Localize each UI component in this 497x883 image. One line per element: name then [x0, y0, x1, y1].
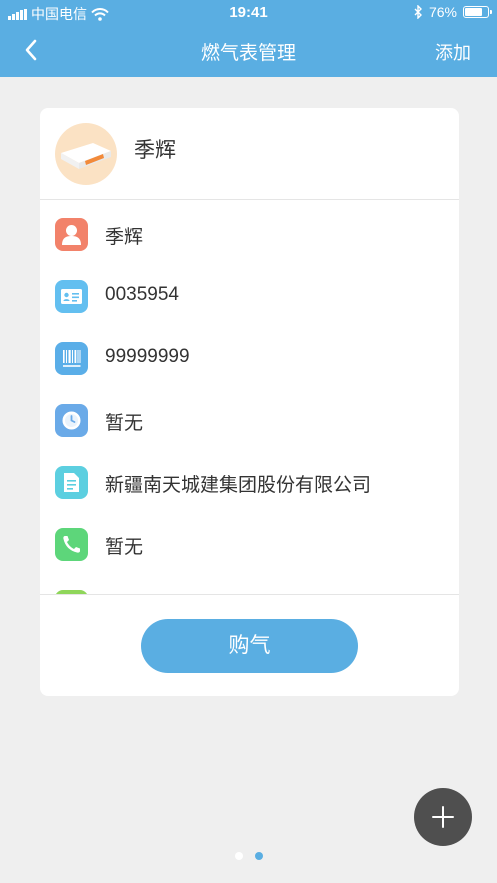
- info-list: 季辉 0035954 99999999 暂无 新疆南天城建集团股份有限公司 暂无: [40, 201, 459, 594]
- card-divider: [40, 594, 459, 595]
- floating-add-button[interactable]: [414, 788, 472, 846]
- company-value: 新疆南天城建集团股份有限公司: [105, 475, 372, 496]
- page-indicator: [0, 852, 497, 860]
- meter-card: 季辉 季辉 0035954 99999999 暂无 新疆南天城建集团股份有限公司…: [40, 108, 459, 696]
- list-item-meter-code: 99999999: [40, 325, 459, 387]
- buy-gas-button[interactable]: 购气: [141, 619, 358, 673]
- list-item-company: 新疆南天城建集团股份有限公司: [40, 449, 459, 511]
- header: 中国电信 19:41 76% 燃气表管理 添加: [0, 0, 497, 77]
- status-bar: 中国电信 19:41 76%: [0, 0, 497, 26]
- id-card-icon: [55, 280, 88, 313]
- list-item-address: [40, 573, 459, 594]
- list-item-id: 0035954: [40, 263, 459, 325]
- list-item-owner: 季辉: [40, 201, 459, 263]
- user-number-value: 0035954: [105, 284, 179, 305]
- battery-level: [465, 8, 482, 16]
- page-dot-1[interactable]: [234, 852, 243, 860]
- card-header: 季辉: [40, 108, 459, 200]
- phone-value: 暂无: [105, 537, 144, 558]
- owner-name-value: 季辉: [105, 227, 144, 248]
- page-dot-2[interactable]: [254, 852, 263, 860]
- plus-icon: [432, 806, 454, 828]
- page-title: 燃气表管理: [200, 43, 296, 64]
- user-icon: [55, 218, 88, 251]
- battery-icon: [463, 6, 492, 18]
- bluetooth-icon: [414, 5, 422, 19]
- list-item-phone: 暂无: [40, 511, 459, 573]
- meter-avatar: [55, 123, 117, 185]
- meter-owner-name: 季辉: [134, 139, 176, 162]
- battery-percent: 76%: [428, 4, 457, 20]
- barcode-icon: [55, 342, 88, 375]
- meter-code-value: 99999999: [105, 346, 190, 367]
- time-value: 暂无: [105, 413, 144, 434]
- list-item-time: 暂无: [40, 387, 459, 449]
- clock-icon: [55, 404, 88, 437]
- add-button[interactable]: 添加: [435, 39, 471, 65]
- phone-icon: [55, 528, 88, 561]
- document-icon: [55, 466, 88, 499]
